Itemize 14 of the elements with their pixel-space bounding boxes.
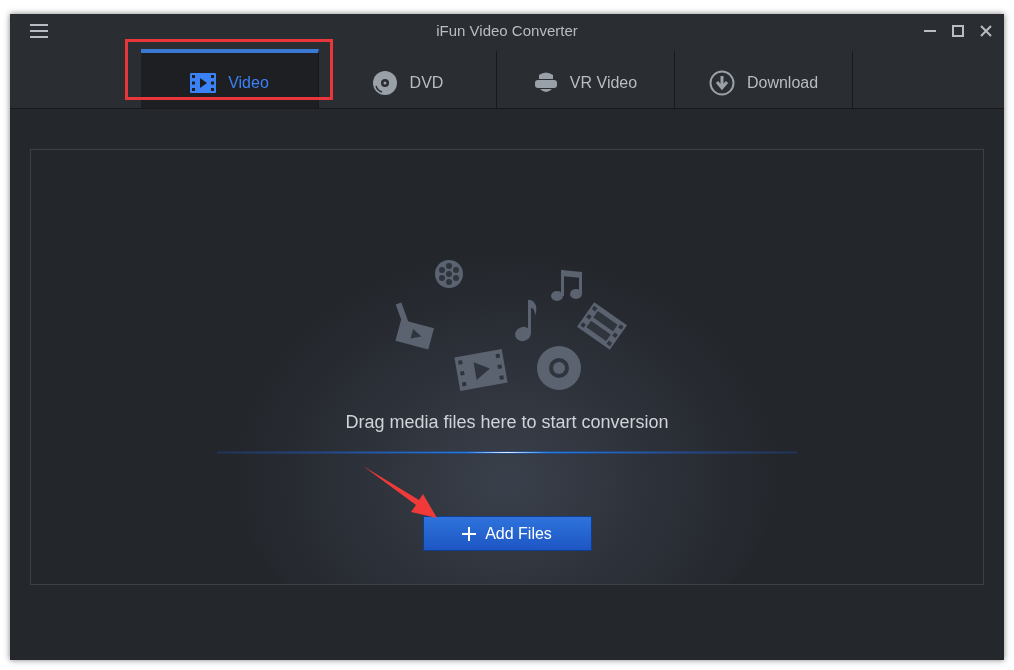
- plus-icon: [462, 526, 477, 541]
- film-play-icon: [190, 72, 217, 93]
- maximize-icon[interactable]: [952, 24, 964, 37]
- drop-message: Drag media files here to start conversion: [345, 412, 669, 433]
- tab[interactable]: Download: [675, 49, 853, 108]
- tab[interactable]: VR Video: [497, 49, 675, 108]
- menu-icon[interactable]: [30, 23, 48, 38]
- window-title: iFun Video Converter: [436, 22, 578, 39]
- tab[interactable]: Video: [141, 49, 319, 108]
- tab[interactable]: DVD: [319, 49, 497, 108]
- add-files-button[interactable]: Add Files: [422, 516, 592, 551]
- close-icon[interactable]: [980, 24, 992, 37]
- disc-icon: [371, 69, 398, 96]
- download-icon: [708, 69, 735, 96]
